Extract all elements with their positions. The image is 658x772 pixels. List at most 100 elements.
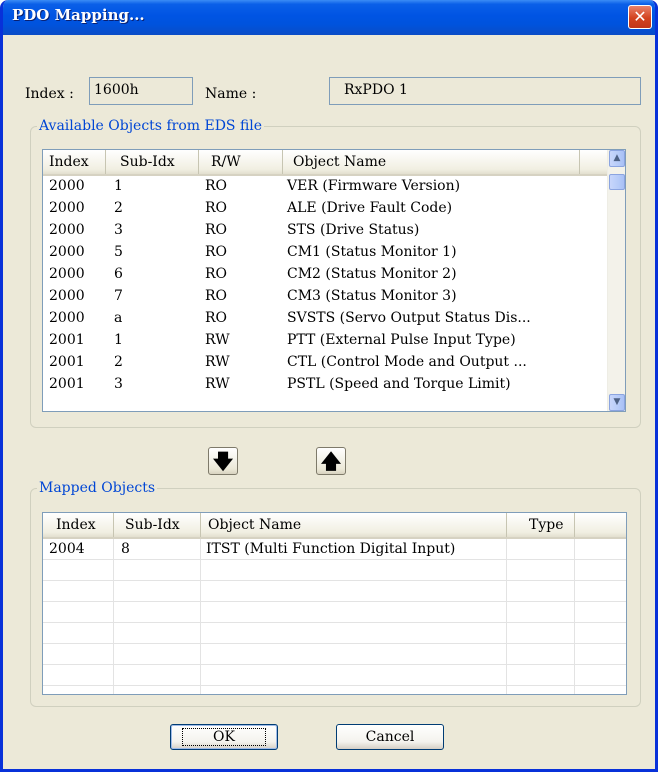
close-button[interactable]: ✕ — [628, 5, 652, 29]
mapped-index-cell: 2004 — [43, 539, 114, 560]
available-object-row[interactable]: 2001 1 RW PTT (External Pulse Input Type) — [43, 330, 625, 350]
ok-button[interactable]: OK — [170, 724, 278, 750]
mapped-empty-row — [43, 686, 626, 694]
rw-cell: RO — [205, 266, 228, 282]
available-object-row[interactable]: 2000 2 RO ALE (Drive Fault Code) — [43, 198, 625, 218]
mapped-filler-cell — [575, 623, 626, 644]
rw-cell: RO — [205, 244, 228, 260]
mapped-filler-cell — [575, 581, 626, 602]
mapped-index-cell — [43, 665, 114, 686]
sub-idx-cell: 2 — [114, 200, 123, 216]
available-object-row[interactable]: 2000 5 RO CM1 (Status Monitor 1) — [43, 242, 625, 262]
mapped-filler-cell — [575, 602, 626, 623]
sub-idx-cell: a — [114, 310, 123, 326]
available-list-scrollbar[interactable]: ▲ ▼ — [607, 150, 625, 411]
available-object-row[interactable]: 2001 3 RW PSTL (Speed and Torque Limit) — [43, 374, 625, 394]
pdo-mapping-dialog: PDO Mapping... ✕ Index : 1600h Name : Rx… — [0, 0, 658, 772]
mapped-filler-cell — [575, 560, 626, 581]
mapped-empty-row — [43, 665, 626, 686]
column-header-index[interactable]: Index — [43, 150, 106, 174]
object-name-cell: PTT (External Pulse Input Type) — [287, 332, 516, 348]
index-label: Index : — [25, 86, 74, 102]
index-field: 1600h — [89, 77, 193, 105]
mapped-object-name-cell — [201, 623, 507, 644]
arrow-up-icon: 🡅 — [320, 449, 342, 473]
rw-cell: RO — [205, 200, 228, 216]
mapped-object-name-cell — [201, 560, 507, 581]
name-field: RxPDO 1 — [329, 77, 641, 105]
ok-button-label: OK — [182, 728, 266, 746]
mapped-type-cell — [507, 602, 575, 623]
object-name-cell: PSTL (Speed and Torque Limit) — [287, 376, 511, 392]
mapped-column-header-index[interactable]: Index — [43, 513, 114, 537]
name-label: Name : — [205, 86, 257, 102]
column-header-rw[interactable]: R/W — [199, 150, 283, 174]
object-name-cell: CM2 (Status Monitor 2) — [287, 266, 457, 282]
mapped-empty-row — [43, 644, 626, 665]
cancel-button-label: Cancel — [365, 729, 415, 745]
available-object-row[interactable]: 2000 3 RO STS (Drive Status) — [43, 220, 625, 240]
title-bar[interactable]: PDO Mapping... ✕ — [3, 0, 655, 35]
sub-idx-cell: 7 — [114, 288, 123, 304]
index-cell: 2000 — [49, 288, 85, 304]
available-object-row[interactable]: 2001 2 RW CTL (Control Mode and Output ... — [43, 352, 625, 372]
mapped-empty-row — [43, 560, 626, 581]
cancel-button[interactable]: Cancel — [336, 724, 444, 750]
mapped-filler-cell — [575, 539, 626, 560]
mapped-type-cell — [507, 644, 575, 665]
map-down-button[interactable]: 🡇 — [208, 447, 238, 475]
mapped-column-header-type[interactable]: Type — [507, 513, 575, 537]
index-cell: 2000 — [49, 310, 85, 326]
chevron-up-icon: ▲ — [613, 153, 621, 163]
mapped-list-header: Index Sub-Idx Object Name Type — [43, 513, 626, 539]
sub-idx-cell: 1 — [114, 332, 123, 348]
mapped-sub-idx-cell — [114, 665, 201, 686]
object-name-cell: ALE (Drive Fault Code) — [287, 200, 453, 216]
index-cell: 2000 — [49, 266, 85, 282]
object-name-cell: VER (Firmware Version) — [287, 178, 461, 194]
mapped-sub-idx-cell — [114, 560, 201, 581]
index-cell: 2001 — [49, 332, 85, 348]
mapped-sub-idx-cell: 8 — [114, 539, 201, 560]
mapped-sub-idx-cell — [114, 686, 201, 694]
mapped-type-cell — [507, 560, 575, 581]
mapped-type-cell — [507, 581, 575, 602]
mapped-index-cell — [43, 581, 114, 602]
available-object-row[interactable]: 2000 a RO SVSTS (Servo Output Status Dis... — [43, 308, 625, 328]
index-cell: 2001 — [49, 376, 85, 392]
sub-idx-cell: 1 — [114, 178, 123, 194]
index-cell: 2001 — [49, 354, 85, 370]
column-header-sub-idx[interactable]: Sub-Idx — [106, 150, 199, 174]
mapped-index-cell — [43, 560, 114, 581]
rw-cell: RO — [205, 310, 228, 326]
mapped-filler-cell — [575, 665, 626, 686]
available-objects-list[interactable]: Index Sub-Idx R/W Object Name 2000 1 RO VER… — [42, 149, 626, 412]
mapped-object-row[interactable]: 2004 8 ITST (Multi Function Digital Input) — [43, 539, 626, 560]
available-object-row[interactable]: 2000 6 RO CM2 (Status Monitor 2) — [43, 264, 625, 284]
mapped-column-header-sub-idx[interactable]: Sub-Idx — [114, 513, 201, 537]
object-name-cell: STS (Drive Status) — [287, 222, 420, 238]
available-list-header: Index Sub-Idx R/W Object Name — [43, 150, 625, 176]
available-objects-legend: Available Objects from EDS file — [39, 118, 263, 134]
rw-cell: RW — [205, 376, 230, 392]
index-cell: 2000 — [49, 244, 85, 260]
close-icon: ✕ — [633, 7, 647, 26]
mapped-index-cell — [43, 623, 114, 644]
mapped-column-header-object-name[interactable]: Object Name — [201, 513, 507, 537]
scroll-thumb[interactable] — [609, 174, 625, 190]
available-object-row[interactable]: 2000 7 RO CM3 (Status Monitor 3) — [43, 286, 625, 306]
rw-cell: RO — [205, 288, 228, 304]
sub-idx-cell: 6 — [114, 266, 123, 282]
unmap-up-button[interactable]: 🡅 — [316, 447, 346, 475]
column-header-object-name[interactable]: Object Name — [283, 150, 580, 174]
scroll-up-button[interactable]: ▲ — [609, 150, 625, 167]
available-object-row[interactable]: 2000 1 RO VER (Firmware Version) — [43, 176, 625, 196]
mapped-type-cell — [507, 665, 575, 686]
index-cell: 2000 — [49, 178, 85, 194]
mapped-type-cell — [507, 623, 575, 644]
object-name-cell: CTL (Control Mode and Output ... — [287, 354, 527, 370]
mapped-object-name-cell — [201, 602, 507, 623]
scroll-down-button[interactable]: ▼ — [609, 394, 625, 411]
object-name-cell: CM3 (Status Monitor 3) — [287, 288, 457, 304]
mapped-objects-list[interactable]: Index Sub-Idx Object Name Type 2004 8 ITST… — [42, 512, 627, 695]
